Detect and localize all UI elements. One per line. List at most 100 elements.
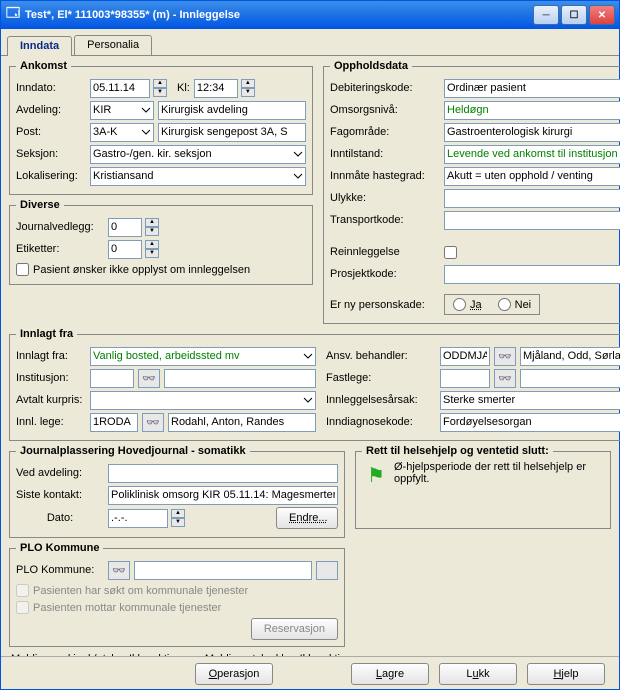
fastlege-navn[interactable] (520, 369, 620, 388)
omsorgsniva-label: Omsorgsnivå: (330, 104, 440, 116)
innlagt-fra-select[interactable]: Vanlig bosted, arbeidssted mv (90, 347, 316, 366)
post-select[interactable]: 3A-K (90, 123, 154, 142)
app-icon: 🗔 (5, 7, 21, 23)
innmate-label: Innmåte hastegrad: (330, 170, 440, 182)
kl-up[interactable]: ▲ (241, 79, 255, 88)
kl-input[interactable] (194, 79, 238, 98)
etiketter-input[interactable] (108, 240, 142, 259)
debiteringskode-select[interactable]: Ordinær pasient (444, 79, 620, 98)
prosjektkode-label: Prosjektkode: (330, 268, 440, 280)
fastlege-search-icon[interactable]: 👓 (494, 369, 516, 388)
sokt-label: Pasienten har søkt om kommunale tjeneste… (33, 585, 248, 597)
innl-lege-label: Innl. lege: (16, 416, 86, 428)
institusjon-search-icon[interactable]: 👓 (138, 369, 160, 388)
ansv-navn[interactable] (520, 347, 620, 366)
dato-down[interactable]: ▼ (171, 518, 185, 527)
innl-lege-kode[interactable] (90, 413, 138, 432)
lagre-button[interactable]: Lagre (351, 663, 429, 685)
lokalisering-select[interactable]: Kristiansand (90, 167, 306, 186)
institusjon-kode[interactable] (90, 369, 134, 388)
opplyst-checkbox[interactable] (16, 263, 29, 276)
journalvedlegg-label: Journalvedlegg: (16, 221, 104, 233)
dato-label: Dato: (16, 512, 104, 524)
avtalt-label: Avtalt kurpris: (16, 394, 86, 406)
institusjon-navn[interactable] (164, 369, 316, 388)
innl-lege-search-icon[interactable]: 👓 (142, 413, 164, 432)
fastlege-label: Fastlege: (326, 372, 436, 384)
plo-search-icon[interactable]: 👓 (108, 561, 130, 580)
seksjon-select[interactable]: Gastro-/gen. kir. seksjon (90, 145, 306, 164)
personskade-ja-radio[interactable] (453, 298, 466, 311)
tab-personalia[interactable]: Personalia (74, 35, 152, 55)
close-button[interactable]: ✕ (589, 5, 615, 25)
window-title: Test*, El* 111003*98355* (m) - Innleggel… (25, 9, 240, 21)
endre-button[interactable]: Endre... (276, 507, 338, 529)
lokalisering-label: Lokalisering: (16, 170, 86, 182)
arsak-input[interactable] (440, 391, 620, 410)
inndato-up[interactable]: ▲ (153, 79, 167, 88)
arsak-label: Innleggelsesårsak: (326, 394, 436, 406)
reinnleggelse-checkbox[interactable] (444, 246, 457, 259)
innl-lege-navn[interactable] (168, 413, 316, 432)
jv-up[interactable]: ▲ (145, 218, 159, 227)
etiketter-label: Etiketter: (16, 243, 104, 255)
kl-label: Kl: (177, 82, 190, 94)
plo-kommune-input[interactable] (134, 561, 312, 580)
rett-text: Ø-hjelpsperiode der rett til helsehjelp … (394, 461, 604, 489)
personskade-label: Er ny personskade: (330, 299, 440, 311)
omsorgsniva-select[interactable]: Heldøgn (444, 101, 620, 120)
avdeling-navn[interactable] (158, 101, 306, 120)
inndato-down[interactable]: ▼ (153, 88, 167, 97)
mottar-checkbox (16, 601, 29, 614)
kl-down[interactable]: ▼ (241, 88, 255, 97)
siste-kontakt-label: Siste kontakt: (16, 489, 104, 501)
inndato-input[interactable] (90, 79, 150, 98)
fastlege-kode[interactable] (440, 369, 490, 388)
flag-icon: ⚑ (362, 461, 390, 489)
dato-up[interactable]: ▲ (171, 509, 185, 518)
journal-legend: Journalplassering Hovedjournal - somatik… (16, 445, 250, 457)
opplyst-label: Pasient ønsker ikke opplyst om innleggel… (33, 264, 250, 276)
ved-avdeling-input[interactable] (108, 464, 338, 483)
inntilstand-select[interactable]: Levende ved ankomst til institusjon (444, 145, 620, 164)
reservasjon-button: Reservasjon (251, 618, 338, 640)
sokt-checkbox (16, 584, 29, 597)
inndato-label: Inndato: (16, 82, 86, 94)
opphold-legend: Oppholdsdata (330, 60, 412, 72)
siste-kontakt-input[interactable] (108, 486, 338, 505)
inntilstand-label: Inntilstand: (330, 148, 440, 160)
prosjektkode-select[interactable] (444, 265, 620, 284)
diverse-legend: Diverse (16, 199, 64, 211)
personskade-nei-radio[interactable] (498, 298, 511, 311)
et-up[interactable]: ▲ (145, 240, 159, 249)
jv-down[interactable]: ▼ (145, 227, 159, 236)
dato-input[interactable] (108, 509, 168, 528)
ansv-search-icon[interactable]: 👓 (494, 347, 516, 366)
lukk-button[interactable]: Lukk (439, 663, 517, 685)
operasjon-button[interactable]: Operasjon (195, 663, 273, 685)
post-navn[interactable] (158, 123, 306, 142)
tab-inndata[interactable]: Inndata (7, 36, 72, 56)
rett-legend: Rett til helsehjelp og ventetid slutt: (362, 445, 553, 457)
transportkode-select[interactable] (444, 211, 620, 230)
minimize-button[interactable]: ─ (533, 5, 559, 25)
transportkode-label: Transportkode: (330, 214, 440, 226)
et-down[interactable]: ▼ (145, 249, 159, 258)
plo-square-button[interactable] (316, 561, 338, 580)
avdeling-select[interactable]: KIR (90, 101, 154, 120)
institusjon-label: Institusjon: (16, 372, 86, 384)
innmate-select[interactable]: Akutt = uten opphold / venting (444, 167, 620, 186)
diag-select[interactable]: Fordøyelsesorgan (440, 413, 620, 432)
maximize-button[interactable]: ☐ (561, 5, 587, 25)
seksjon-label: Seksjon: (16, 148, 86, 160)
ulykke-select[interactable] (444, 189, 620, 208)
journal-group: Journalplassering Hovedjournal - somatik… (9, 445, 345, 538)
hjelp-button[interactable]: Hjelp (527, 663, 605, 685)
diverse-group: Diverse Journalvedlegg: ▲▼ Etiketter: ▲▼… (9, 199, 313, 285)
fagomrade-select[interactable]: Gastroenterologisk kirurgi (444, 123, 620, 142)
avtalt-select[interactable] (90, 391, 316, 410)
journalvedlegg-input[interactable] (108, 218, 142, 237)
fagomrade-label: Fagområde: (330, 126, 440, 138)
ansv-kode[interactable] (440, 347, 490, 366)
plo-kommune-label: PLO Kommune: (16, 564, 104, 576)
